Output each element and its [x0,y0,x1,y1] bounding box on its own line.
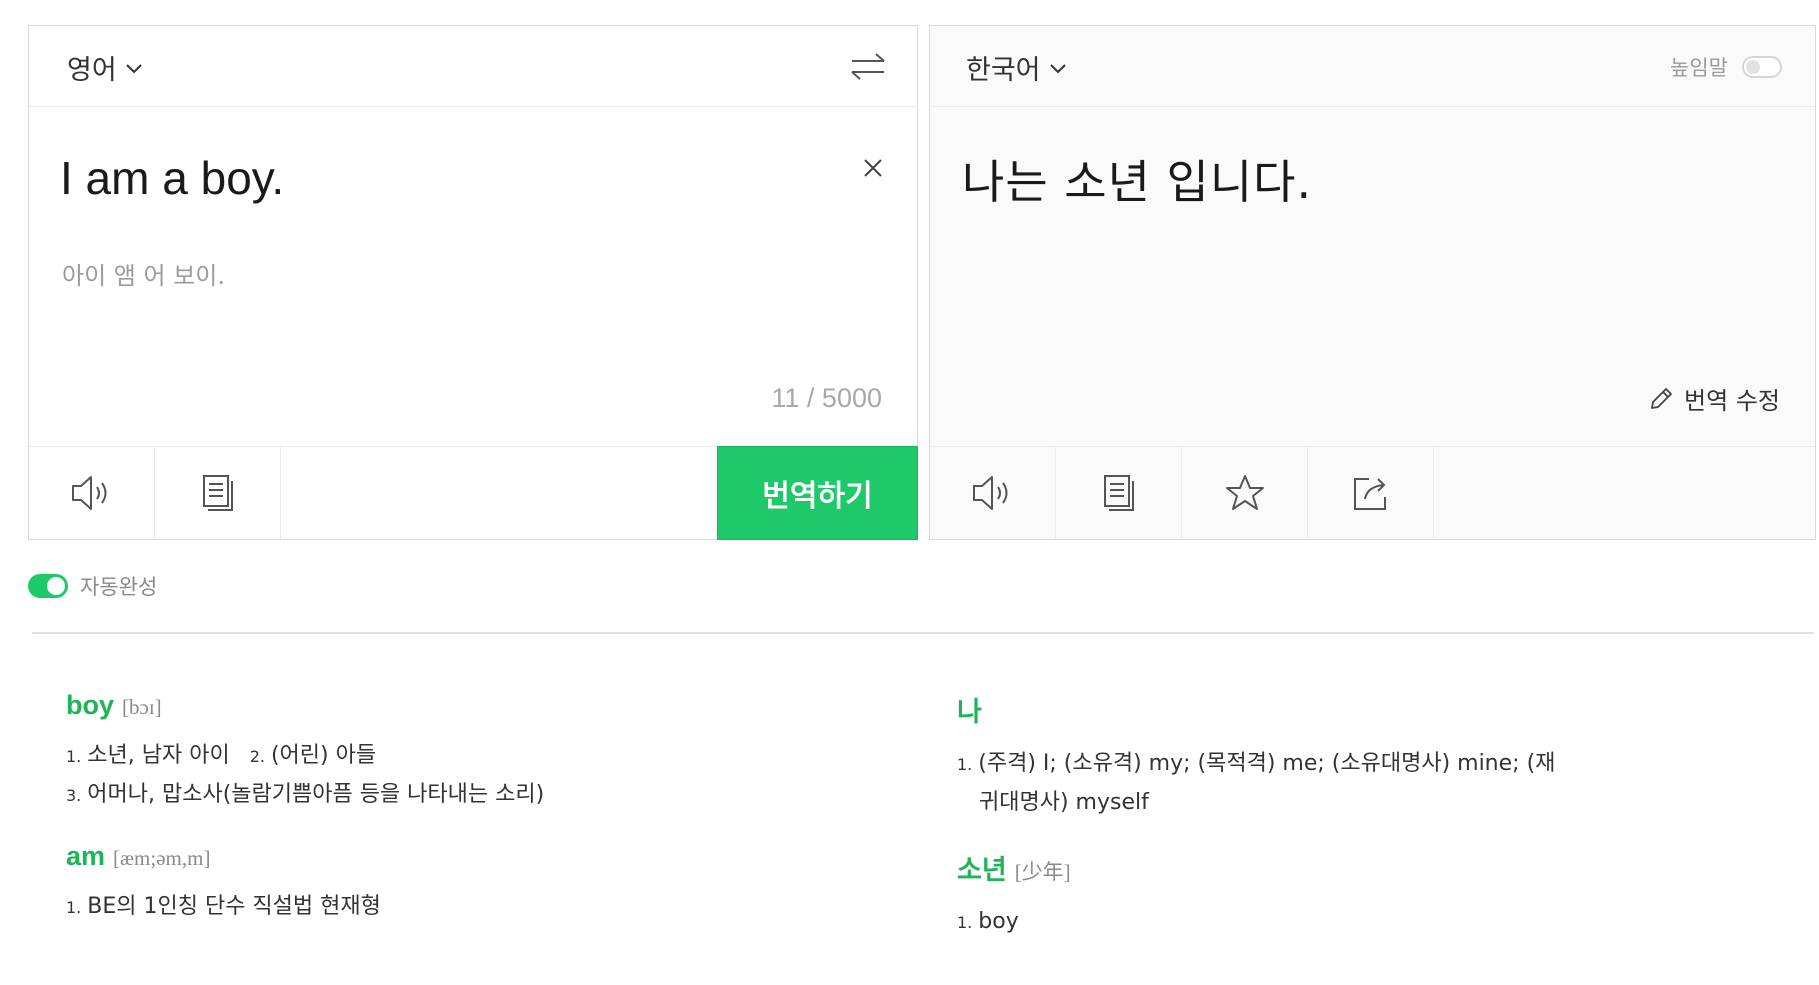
copy-icon [202,475,233,511]
honorific-label: 높임말 [1670,56,1728,80]
headword-link[interactable]: boy [66,690,114,721]
chevron-down-icon [125,63,142,73]
autocomplete-toggle[interactable] [28,574,68,598]
headword-link[interactable]: am [66,841,105,872]
definition-number: 1. [957,913,973,932]
source-listen-button[interactable] [29,447,155,539]
speaker-icon [972,476,1007,510]
source-toolbar: 번역하기 [29,446,918,540]
dictionary-entry: 소년 [少年] 1. boy [957,848,1677,942]
definition-line: 1. 소년, 남자 아이 2. (어린) 아들 [66,737,786,776]
close-icon[interactable] [859,154,887,182]
target-dictionary: 나 1. (주격) I; (소유격) my; (목적격) me; (소유대명사) … [957,690,1677,968]
definition-number: 2. [249,747,265,766]
dictionary-entry: 나 1. (주격) I; (소유격) my; (목적격) me; (소유대명사) … [957,690,1677,822]
dictionary-entry: boy [bɔɪ] 1. 소년, 남자 아이 2. (어린) 아들 3. 어머나, 맙소… [66,690,786,815]
headword-link[interactable]: 소년 [957,848,1007,887]
character-count: 11 / 5000 [771,383,882,413]
star-icon [1225,475,1264,510]
definition-number: 1. [66,747,82,766]
definition-number: 1. [66,898,82,917]
source-panel: 영어 I am a boy. 아이 앰 어 보이. 11 / 5000 번역하기 [28,25,918,540]
pencil-icon [1651,387,1672,409]
target-copy-button[interactable] [1056,447,1182,539]
definition-text: (주격) I; (소유격) my; (목적격) me; (소유대명사) mine… [978,751,1556,776]
phonetic: [æm;əm,m] [113,846,211,870]
swap-languages-icon[interactable] [849,48,887,84]
definition-line: 3. 어머나, 맙소사(놀람기쁨아픔 등을 나타내는 소리) [66,776,786,815]
speaker-icon [71,476,106,510]
autocomplete-option: 자동완성 [28,571,157,601]
definition-line: 귀대명사) myself [979,790,1149,815]
source-copy-button[interactable] [155,447,281,539]
favorite-button[interactable] [1182,447,1308,539]
phonetic: [少年] [1014,860,1071,884]
target-panel-header: 한국어 높임말 [930,26,1815,107]
share-icon [1353,478,1386,510]
dictionary-entry: am [æm;əm,m] 1. BE의 1인칭 단수 직설법 현재형 [66,841,786,927]
target-panel: 한국어 높임말 나는 소년 입니다. 번역 수정 [929,25,1816,540]
definition-text: (어린) 아들 [270,743,377,768]
definition-text: 어머나, 맙소사(놀람기쁨아픔 등을 나타내는 소리) [87,782,545,807]
definition-text: BE의 1인칭 단수 직설법 현재형 [87,894,381,919]
definition-line: 1. boy [957,903,1677,942]
source-language-select[interactable]: 영어 [67,48,145,87]
source-text-input[interactable]: I am a boy. [60,151,284,205]
edit-translation-button[interactable]: 번역 수정 [1648,381,1780,416]
source-language-label: 영어 [67,55,117,86]
definition-line: 1. BE의 1인칭 단수 직설법 현재형 [66,888,786,927]
definition-text: boy [978,909,1019,934]
translate-button[interactable]: 번역하기 [717,446,918,540]
definition-number: 3. [66,786,82,805]
honorific-option: 높임말 [1670,52,1782,82]
source-pronunciation: 아이 앰 어 보이. [62,262,225,290]
target-language-select[interactable]: 한국어 [966,48,1069,87]
section-divider [32,632,1814,634]
phonetic: [bɔɪ] [122,695,162,719]
target-toolbar [930,446,1815,539]
chevron-down-icon [1049,63,1066,73]
honorific-toggle[interactable] [1742,56,1782,78]
definition-line: 1. (주격) I; (소유격) my; (목적격) me; (소유대명사) mi… [957,745,1677,784]
definition-number: 1. [957,755,973,774]
autocomplete-label: 자동완성 [80,575,158,599]
source-dictionary: boy [bɔɪ] 1. 소년, 남자 아이 2. (어린) 아들 3. 어머나, 맙소… [66,690,786,953]
target-listen-button[interactable] [930,447,1056,539]
edit-translation-label: 번역 수정 [1684,387,1780,415]
copy-icon [1103,475,1134,511]
target-language-label: 한국어 [966,55,1041,86]
translated-text: 나는 소년 입니다. [962,155,1313,209]
source-panel-header: 영어 [29,26,917,107]
share-button[interactable] [1308,447,1434,539]
definition-text: 소년, 남자 아이 [87,743,230,768]
headword-link[interactable]: 나 [957,690,982,729]
